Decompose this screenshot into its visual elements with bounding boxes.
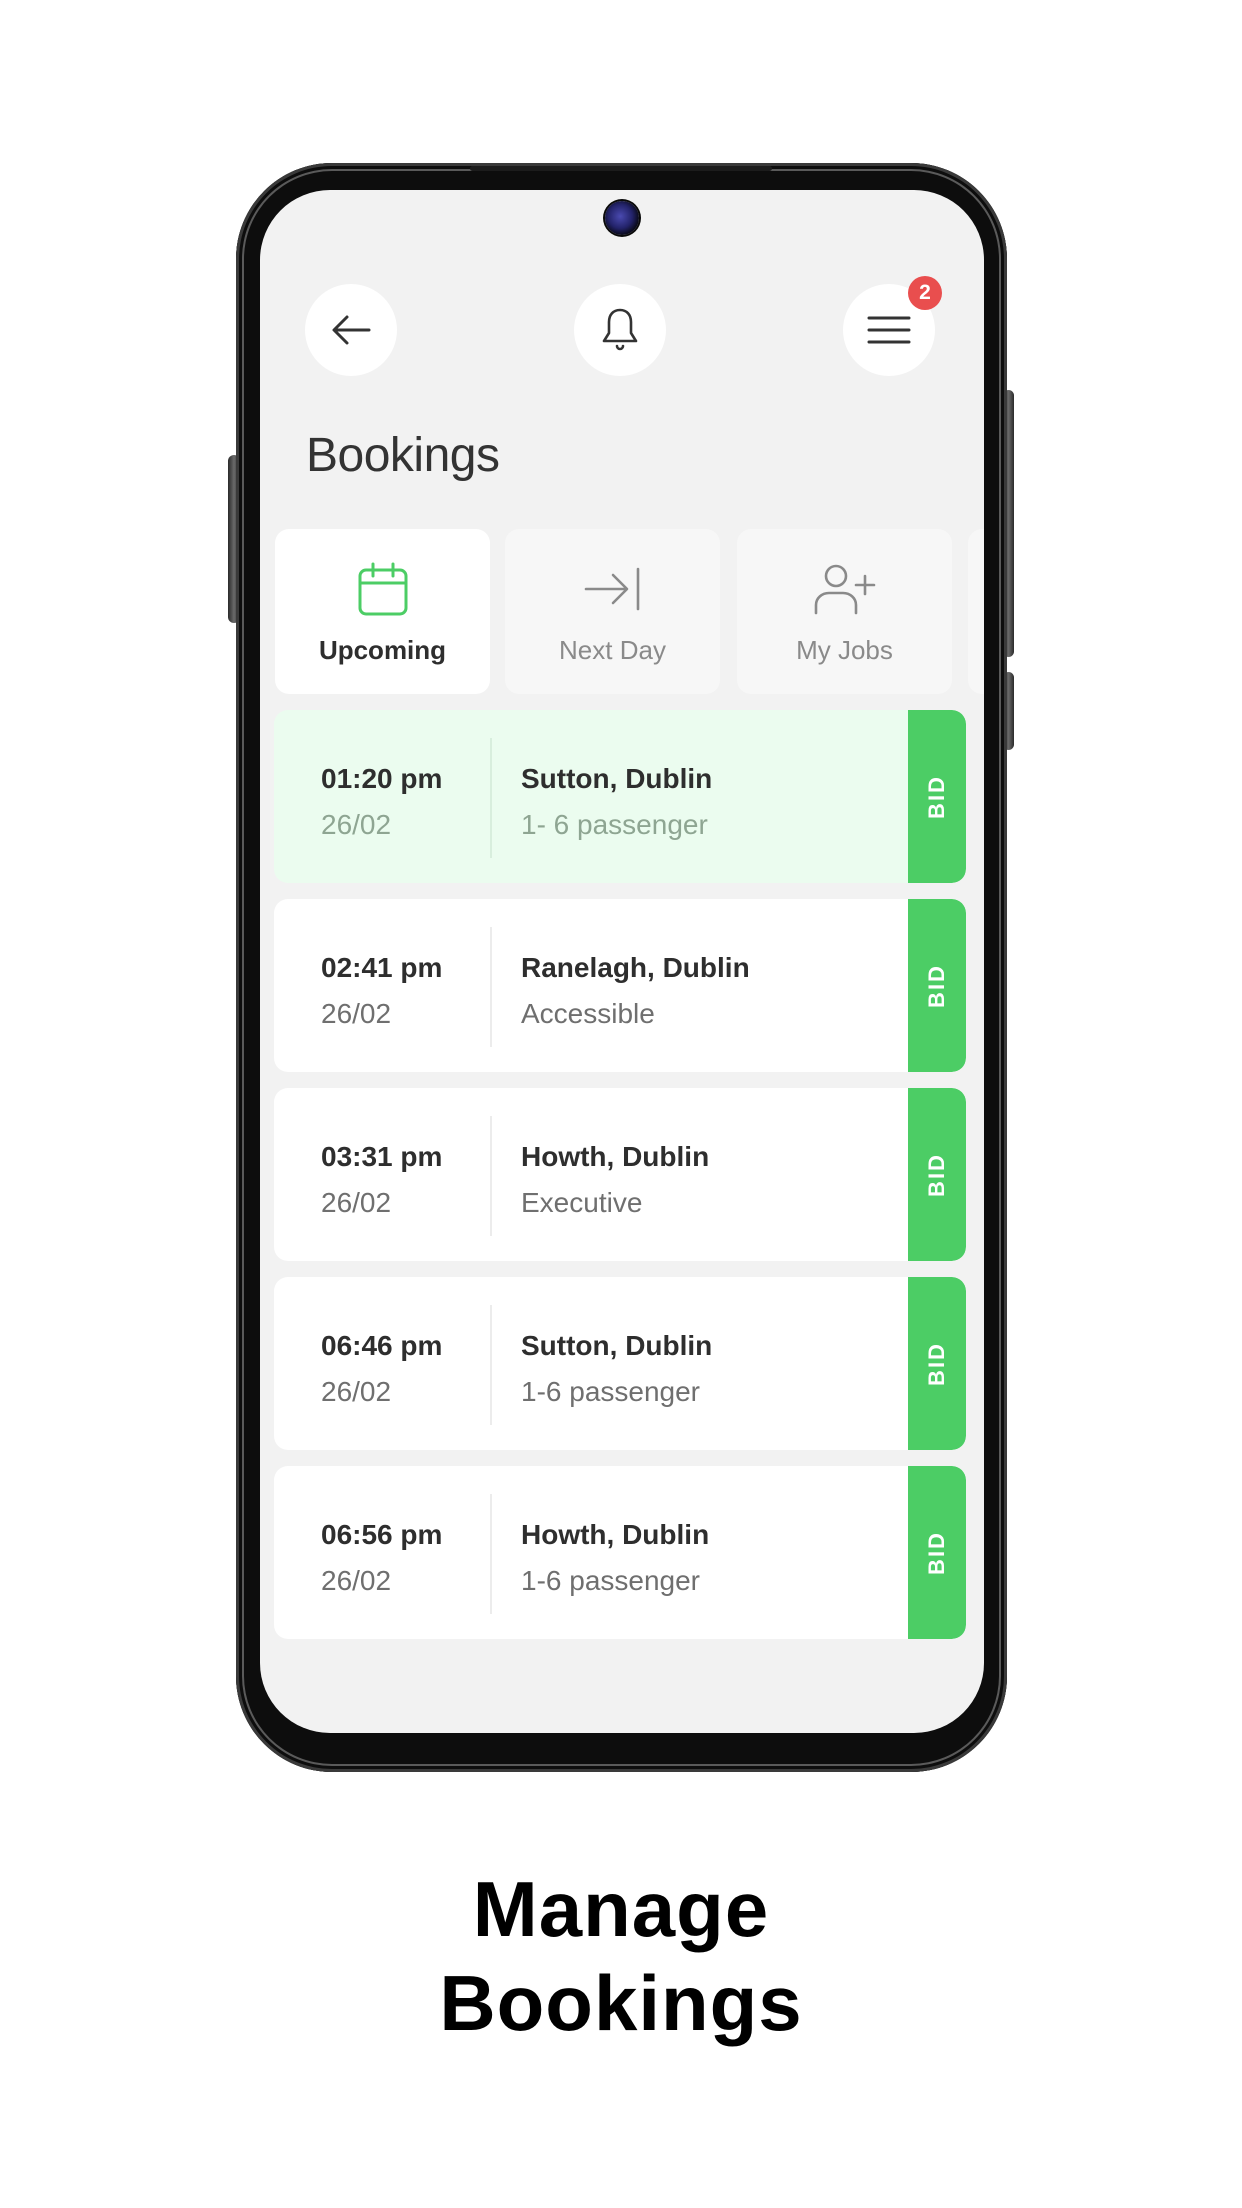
bell-icon (600, 307, 640, 353)
booking-detail: Executive (521, 1187, 643, 1218)
tab-upcoming[interactable]: Upcoming (275, 529, 490, 694)
booking-card[interactable]: 03:31 pm 26/02 Howth, Dublin Executive B… (274, 1088, 966, 1261)
caption-line-1: Manage (472, 1865, 770, 1953)
booking-detail: Accessible (521, 998, 655, 1029)
card-divider (490, 1305, 492, 1425)
hamburger-menu-icon (867, 315, 911, 345)
booking-detail: 1-6 passenger (521, 1565, 701, 1596)
caption-line-2: Bookings (439, 1959, 803, 2047)
booking-time: 06:46 pm (321, 1330, 443, 1361)
booking-location: Sutton, Dublin (521, 1330, 713, 1361)
booking-location: Ranelagh, Dublin (521, 952, 750, 983)
page-title: Bookings (306, 429, 500, 482)
bid-button[interactable]: BID (908, 1088, 966, 1261)
booking-card[interactable]: 06:46 pm 26/02 Sutton, Dublin 1-6 passen… (274, 1277, 966, 1450)
booking-date: 26/02 (321, 998, 392, 1029)
bid-label: BID (923, 1152, 949, 1197)
front-camera (605, 201, 639, 235)
card-divider (490, 927, 492, 1047)
tab-next-day[interactable]: Next Day (505, 529, 720, 694)
calendar-icon (357, 561, 409, 617)
card-divider (490, 738, 492, 858)
booking-time: 06:56 pm (321, 1519, 443, 1550)
user-plus-icon (813, 561, 877, 617)
booking-detail: 1- 6 passenger (521, 809, 708, 840)
arrow-left-icon (331, 314, 371, 346)
menu-notification-badge: 2 (908, 276, 942, 310)
bid-button[interactable]: BID (908, 1277, 966, 1450)
bid-label: BID (923, 1341, 949, 1386)
booking-date: 26/02 (321, 1376, 392, 1407)
tab-my-jobs-label: My Jobs (796, 635, 893, 665)
arrow-to-line-icon (583, 561, 643, 617)
bid-label: BID (923, 963, 949, 1008)
card-divider (490, 1116, 492, 1236)
booking-date: 26/02 (321, 1565, 392, 1596)
booking-location: Howth, Dublin (521, 1519, 710, 1550)
booking-card[interactable]: 01:20 pm 26/02 Sutton, Dublin 1- 6 passe… (274, 710, 966, 883)
booking-time: 02:41 pm (321, 952, 443, 983)
booking-detail: 1-6 passenger (521, 1376, 701, 1407)
booking-location: Howth, Dublin (521, 1141, 710, 1172)
card-divider (490, 1494, 492, 1614)
booking-location: Sutton, Dublin (521, 763, 713, 794)
bid-button[interactable]: BID (908, 1466, 966, 1639)
tab-more-partial[interactable] (968, 529, 984, 694)
bid-button[interactable]: BID (908, 899, 966, 1072)
back-button[interactable] (305, 284, 397, 376)
booking-date: 26/02 (321, 1187, 392, 1218)
phone-speaker (470, 166, 772, 171)
booking-date: 26/02 (321, 809, 392, 840)
bid-button[interactable]: BID (908, 710, 966, 883)
notifications-button[interactable] (574, 284, 666, 376)
booking-time: 03:31 pm (321, 1141, 443, 1172)
booking-time: 01:20 pm (321, 763, 443, 794)
bid-label: BID (923, 774, 949, 819)
tab-next-day-label: Next Day (559, 635, 666, 665)
tab-my-jobs[interactable]: My Jobs (737, 529, 952, 694)
tab-upcoming-label: Upcoming (318, 635, 447, 665)
bid-label: BID (923, 1530, 949, 1575)
app-screen: 2 Bookings Upcoming Next Day My Jobs 01:… (260, 190, 984, 1733)
booking-card[interactable]: 06:56 pm 26/02 Howth, Dublin 1-6 passeng… (274, 1466, 966, 1639)
booking-card[interactable]: 02:41 pm 26/02 Ranelagh, Dublin Accessib… (274, 899, 966, 1072)
promo-caption: Manage Bookings (0, 1862, 1242, 2050)
